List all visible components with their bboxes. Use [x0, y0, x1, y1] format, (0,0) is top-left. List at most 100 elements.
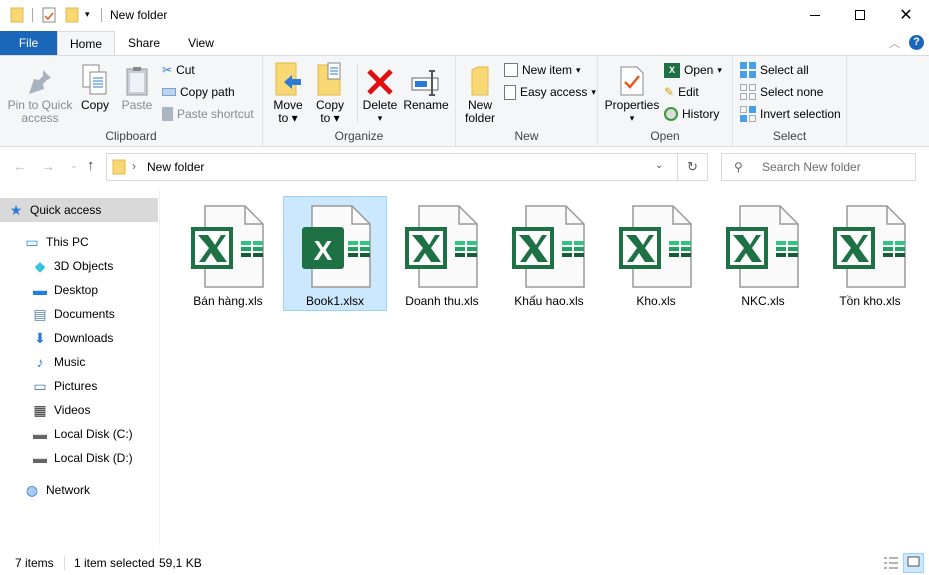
close-button[interactable]: ✕ — [883, 0, 929, 31]
delete-icon — [367, 69, 393, 95]
help-icon[interactable]: ? — [909, 35, 924, 50]
sidebar-item-local-disk-d[interactable]: ▬ Local Disk (D:) — [0, 446, 158, 470]
folder-icon[interactable] — [10, 7, 24, 23]
organize-group: Move to ▾ Copy to ▾ Delete ▾ Rename Organiz… — [263, 56, 456, 146]
paste-button[interactable]: Paste — [118, 60, 156, 112]
easy-access-button[interactable]: Easy access ▾ — [504, 82, 596, 102]
music-icon: ♪ — [36, 354, 44, 370]
up-button[interactable]: ↑ — [87, 157, 95, 174]
search-box[interactable]: ⚲ Search New folder — [721, 153, 916, 181]
new-item-button[interactable]: New item ▾ — [504, 60, 581, 80]
address-dropdown-icon[interactable]: ⌄ — [655, 160, 663, 171]
download-icon: ⬇ — [34, 329, 46, 346]
drive-icon: ▬ — [33, 450, 47, 466]
sidebar-item-this-pc[interactable]: ▭ This PC — [0, 230, 158, 254]
sidebar-item-videos[interactable]: ▦ Videos — [0, 398, 158, 422]
recent-locations-button[interactable]: ⌄ — [70, 160, 78, 171]
file-item[interactable]: Khấu hao.xls — [497, 196, 601, 311]
history-button[interactable]: History — [664, 104, 719, 124]
paste-shortcut-label: Paste shortcut — [177, 107, 254, 121]
new-folder-button[interactable]: New folder — [460, 60, 500, 125]
file-item[interactable]: Bán hàng.xls — [176, 196, 280, 311]
select-group-label: Select — [772, 129, 807, 143]
tab-share[interactable]: Share — [120, 31, 168, 55]
customize-toolbar-icon[interactable]: ▾ — [85, 9, 90, 20]
details-view-button[interactable] — [883, 555, 899, 571]
collapse-ribbon-icon[interactable]: ︿ — [889, 35, 900, 51]
breadcrumb-current[interactable]: New folder — [147, 160, 204, 174]
select-all-button[interactable]: Select all — [740, 60, 809, 80]
open-group-label: Open — [650, 129, 680, 143]
excel-file-icon: X — [302, 205, 371, 288]
rename-button[interactable]: Rename — [403, 60, 449, 112]
select-none-icon — [740, 84, 756, 100]
tab-file[interactable]: File — [0, 31, 57, 55]
large-icons-view-button[interactable] — [903, 553, 924, 573]
file-name: Doanh thu.xls — [405, 294, 479, 308]
title-bar: ▾ New folder ✕ — [0, 0, 929, 31]
sidebar-item-label: Music — [54, 355, 86, 369]
navigation-pane[interactable]: ★ Quick access ▭ This PC ◆ 3D Objects ▬ Desktop… — [0, 198, 158, 548]
properties-quick-icon[interactable] — [42, 7, 56, 23]
network-icon: ◍ — [25, 481, 39, 498]
properties-button[interactable]: Properties ▾ — [604, 60, 660, 125]
file-item[interactable]: Tồn kho.xls — [818, 196, 922, 311]
easy-access-label: Easy access — [520, 85, 588, 99]
sidebar-item-label: Pictures — [54, 379, 98, 393]
address-bar[interactable]: › New folder ⌄ ↻ — [106, 153, 708, 181]
move-label-2: to ▾ — [278, 111, 298, 125]
file-name: Tồn kho.xls — [839, 294, 901, 308]
paste-icon — [126, 67, 148, 96]
sidebar-item-pictures[interactable]: ▭ Pictures — [0, 374, 158, 398]
cube-icon: ◆ — [34, 257, 46, 274]
file-item[interactable]: Kho.xls — [604, 196, 708, 311]
back-button[interactable]: ← — [13, 158, 27, 174]
excel-file-icon — [726, 205, 799, 288]
minimize-button[interactable] — [793, 0, 838, 31]
file-item[interactable]: NKC.xls — [711, 196, 815, 311]
edit-icon: ✎ — [664, 85, 675, 99]
sidebar-item-3d-objects[interactable]: ◆ 3D Objects — [0, 254, 158, 278]
select-group: Select all Select none Invert selection … — [733, 56, 847, 146]
pane-divider[interactable] — [159, 190, 160, 545]
copy-path-button[interactable]: Copy path — [162, 82, 235, 102]
tab-home[interactable]: Home — [57, 31, 115, 56]
new-group: New folder New item ▾ Easy access ▾ New — [456, 56, 598, 146]
selection-count: 1 item selected — [74, 556, 155, 570]
excel-file-icon — [512, 205, 585, 288]
invert-selection-button[interactable]: Invert selection — [740, 104, 841, 124]
edit-button[interactable]: ✎ Edit — [664, 82, 699, 102]
copy-to-button[interactable]: Copy to ▾ — [311, 60, 349, 125]
search-placeholder[interactable]: Search New folder — [762, 160, 861, 174]
sidebar-item-quick-access[interactable]: ★ Quick access — [0, 198, 158, 222]
paste-shortcut-button[interactable]: Paste shortcut — [162, 104, 254, 124]
copy-button[interactable]: Copy — [78, 60, 112, 112]
sidebar-item-network[interactable]: ◍ Network — [0, 478, 158, 502]
delete-button[interactable]: Delete ▾ — [361, 60, 399, 125]
excel-file-icon — [833, 205, 906, 288]
file-item[interactable]: Doanh thu.xls — [390, 196, 494, 311]
history-icon — [664, 107, 678, 121]
forward-button[interactable]: → — [41, 158, 55, 174]
copy-label: Copy — [80, 98, 109, 112]
sidebar-item-local-disk-c[interactable]: ▬ Local Disk (C:) — [0, 422, 158, 446]
copy-to-icon — [317, 62, 341, 96]
refresh-button[interactable]: ↻ — [687, 159, 698, 175]
excel-file-icon — [405, 205, 478, 288]
sidebar-item-downloads[interactable]: ⬇ Downloads — [0, 326, 158, 350]
new-folder-quick-icon[interactable] — [65, 7, 79, 23]
pin-to-quick-access-button[interactable]: Pin to Quick access — [4, 60, 76, 125]
sidebar-item-documents[interactable]: ▤ Documents — [0, 302, 158, 326]
sidebar-item-music[interactable]: ♪ Music — [0, 350, 158, 374]
edit-label: Edit — [678, 85, 699, 99]
file-item[interactable]: X Book1.xlsx — [283, 196, 387, 311]
maximize-button[interactable] — [838, 0, 883, 31]
sidebar-item-label: Desktop — [54, 283, 99, 297]
sidebar-item-desktop[interactable]: ▬ Desktop — [0, 278, 158, 302]
cut-button[interactable]: ✂ Cut — [162, 60, 195, 80]
open-button[interactable]: X Open ▾ — [664, 60, 722, 80]
move-to-button[interactable]: Move to ▾ — [269, 60, 307, 125]
select-none-button[interactable]: Select none — [740, 82, 823, 102]
tab-view[interactable]: View — [178, 31, 224, 55]
rename-label: Rename — [403, 98, 449, 112]
